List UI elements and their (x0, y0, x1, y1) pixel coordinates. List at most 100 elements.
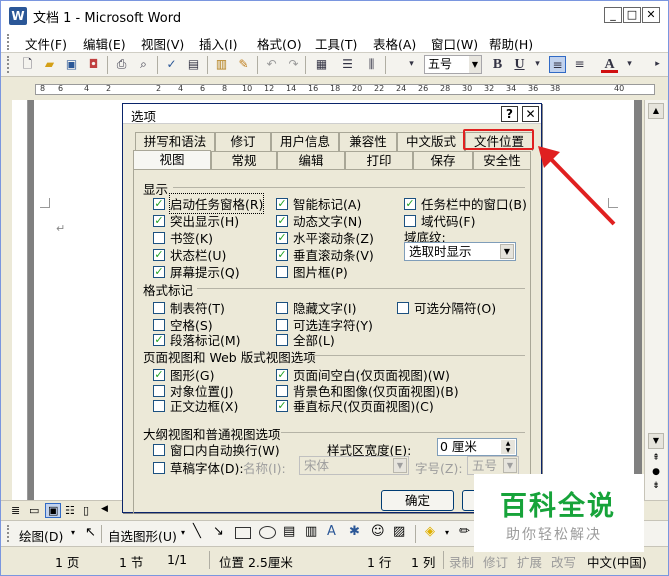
tab-asian-typography[interactable]: 中文版式 (397, 132, 465, 151)
tab-user-info[interactable]: 用户信息 (271, 132, 339, 151)
paste-icon[interactable]: ▥ (213, 56, 230, 73)
next-page-icon[interactable]: ⇟ (648, 481, 664, 495)
checkbox-text-boundaries[interactable]: 正文边框(X) (153, 396, 238, 415)
font-size-select[interactable]: 五号 ▼ (424, 55, 482, 74)
columns-text-icon[interactable]: ⫼ (363, 56, 380, 73)
checkbox-draft-font[interactable]: 草稿字体(D): (153, 458, 244, 477)
checkbox-vertical-ruler[interactable]: ✓ 垂直标尺(仅页面视图)(C) (276, 396, 434, 415)
format-painter-icon[interactable]: ✎ (235, 56, 252, 73)
status-track-changes[interactable]: 修订 (483, 552, 508, 571)
menu-format[interactable]: 格式(O) (257, 34, 302, 53)
normal-view-icon[interactable]: ≣ (11, 504, 20, 517)
print-preview-icon[interactable]: ⌕ (135, 56, 152, 73)
vertical-scrollbar[interactable]: ▲ ▼ ⇞ ● ⇟ (644, 100, 667, 500)
vertical-textbox-icon[interactable]: ▥ (305, 524, 317, 539)
horizontal-ruler[interactable]: 8 6 4 2 2 4 6 8 10 12 14 16 18 20 22 24 … (1, 78, 668, 100)
tab-save[interactable]: 保存 (413, 151, 473, 170)
tab-edit[interactable]: 编辑 (277, 151, 345, 170)
redo-icon[interactable]: ↷ (285, 56, 302, 73)
autoshapes-dropdown-icon[interactable]: ▾ (181, 528, 185, 537)
permission-icon[interactable]: ◘ (85, 56, 102, 73)
close-button[interactable]: ✕ (642, 7, 660, 23)
oval-tool-icon[interactable] (259, 526, 276, 539)
dialog-help-button[interactable]: ? (501, 106, 518, 122)
select-objects-icon[interactable]: ↖ (85, 525, 96, 540)
align-justify-icon[interactable]: ≡ (549, 56, 566, 73)
print-view-icon[interactable]: ▣ (45, 503, 62, 518)
fill-color-icon[interactable]: ◈ (425, 524, 435, 539)
underline-dropdown-icon[interactable]: ▾ (529, 56, 546, 73)
autoshapes-menu-button[interactable]: 自选图形(U) (108, 526, 177, 545)
draw-menu-dropdown-icon[interactable]: ▾ (71, 528, 75, 537)
reading-view-icon[interactable]: ▯ (83, 504, 89, 517)
tab-spelling-grammar[interactable]: 拼写和语法 (135, 132, 215, 151)
ok-button[interactable]: 确定 (381, 490, 454, 511)
tab-print[interactable]: 打印 (345, 151, 413, 170)
dialog-close-button[interactable]: ✕ (522, 106, 539, 122)
clipart-icon[interactable]: ☺ (371, 524, 385, 539)
open-folder-icon[interactable]: ▰ (41, 56, 58, 73)
spin-down-icon[interactable]: ▼ (501, 447, 515, 454)
tab-general[interactable]: 常规 (211, 151, 277, 170)
menu-insert[interactable]: 插入(I) (199, 34, 237, 53)
undo-icon[interactable]: ↶ (263, 56, 280, 73)
scroll-up-icon[interactable]: ▲ (648, 103, 664, 119)
draw-menu-button[interactable]: 绘图(D) (19, 526, 63, 545)
menu-edit[interactable]: 编辑(E) (83, 34, 126, 53)
web-view-icon[interactable]: ▭ (29, 504, 39, 517)
bold-button[interactable]: B (489, 56, 506, 73)
line-color-icon[interactable]: ✏ (459, 524, 470, 539)
textbox-tool-icon[interactable]: ▤ (283, 524, 295, 539)
line-tool-icon[interactable]: ╲ (193, 524, 201, 539)
status-record[interactable]: 录制 (449, 552, 474, 571)
checkbox-optional-breaks[interactable]: 可选分隔符(O) (397, 298, 496, 317)
toolbar-options-icon[interactable]: ▸ (649, 56, 666, 73)
maximize-button[interactable]: □ (623, 7, 641, 23)
rectangle-tool-icon[interactable] (235, 527, 251, 539)
font-color-dropdown-icon[interactable]: ▾ (621, 56, 638, 73)
arrow-tool-icon[interactable]: ↘ (213, 524, 224, 539)
browse-object-icon[interactable]: ● (648, 467, 664, 481)
menu-table[interactable]: 表格(A) (373, 34, 416, 53)
toolbar-options-icon[interactable]: ▾ (403, 56, 420, 73)
scroll-down-icon[interactable]: ▼ (648, 433, 664, 449)
toolbar-grip[interactable] (7, 56, 11, 73)
word-app-icon[interactable]: W (9, 7, 27, 25)
checkbox-wrap-to-window[interactable]: 窗口内自动换行(W) (153, 440, 280, 459)
scroll-left-icon[interactable]: ◀ (101, 504, 108, 514)
align-distributed-icon[interactable]: ≡ (571, 56, 588, 73)
menu-help[interactable]: 帮助(H) (489, 34, 533, 53)
menu-tools[interactable]: 工具(T) (315, 34, 357, 53)
spelling-icon[interactable]: ✓ (163, 56, 180, 73)
draft-font-name-select[interactable]: 宋体 ▼ (299, 456, 409, 475)
status-overtype[interactable]: 改写 (551, 552, 576, 571)
previous-page-icon[interactable]: ⇞ (648, 453, 664, 467)
checkbox-screentips[interactable]: ✓ 屏幕提示(Q) (153, 262, 240, 281)
fill-color-dropdown-icon[interactable]: ▾ (445, 528, 449, 537)
underline-button[interactable]: U (511, 56, 528, 73)
minimize-button[interactable]: _ (604, 7, 622, 23)
menubar-grip[interactable] (7, 34, 11, 50)
draft-font-size-select[interactable]: 五号 ▼ (467, 456, 519, 475)
outline-view-icon[interactable]: ☷ (65, 504, 75, 517)
drawbar-grip[interactable] (7, 525, 11, 542)
menu-view[interactable]: 视图(V) (141, 34, 184, 53)
tab-view[interactable]: 视图 (133, 150, 211, 170)
tab-security[interactable]: 安全性 (473, 151, 531, 170)
style-area-width-input[interactable]: 0 厘米 ▲ ▼ (437, 438, 517, 456)
diagram-icon[interactable]: ✱ (349, 524, 360, 539)
checkbox-picture-placeholders[interactable]: 图片框(P) (276, 262, 348, 281)
font-color-button[interactable]: A (601, 56, 618, 73)
menu-window[interactable]: 窗口(W) (431, 34, 478, 53)
status-extend[interactable]: 扩展 (517, 552, 542, 571)
insert-table-icon[interactable]: ▦ (313, 56, 330, 73)
field-shading-select[interactable]: 选取时显示 ▼ (404, 242, 516, 261)
columns-icon[interactable]: ☰ (339, 56, 356, 73)
tab-compatibility[interactable]: 兼容性 (339, 132, 397, 151)
new-document-icon[interactable]: 🗋 (19, 56, 36, 73)
print-icon[interactable]: ⎙ (113, 56, 130, 73)
tab-track-changes[interactable]: 修订 (215, 132, 271, 151)
research-icon[interactable]: ▤ (185, 56, 202, 73)
wordart-icon[interactable]: A (327, 524, 336, 539)
menu-file[interactable]: 文件(F) (25, 34, 67, 53)
